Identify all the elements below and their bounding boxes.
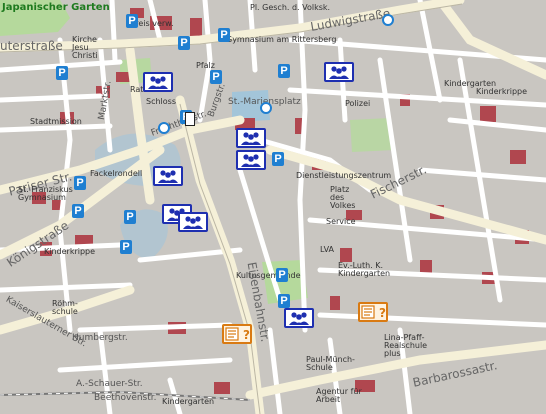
group-people-icon[interactable] <box>284 308 314 328</box>
group-people-icon[interactable] <box>143 72 173 92</box>
parking-icon[interactable]: P <box>120 240 132 254</box>
parking-icon[interactable]: P <box>178 36 190 50</box>
parking-icon[interactable]: P <box>278 64 290 78</box>
svg-text:?: ? <box>379 306 386 320</box>
tram-stop-icon[interactable] <box>185 112 195 126</box>
parking-icon[interactable]: P <box>72 204 84 218</box>
group-people-icon[interactable] <box>236 150 266 170</box>
parking-icon[interactable]: P <box>218 28 230 42</box>
group-people-icon[interactable] <box>178 212 208 232</box>
parking-icon[interactable]: P <box>276 268 288 282</box>
group-people-icon[interactable] <box>236 128 266 148</box>
group-people-icon[interactable] <box>324 62 354 82</box>
parking-icon[interactable]: P <box>74 176 86 190</box>
bus-stop-icon[interactable] <box>382 14 394 26</box>
bus-stop-icon[interactable] <box>260 102 272 114</box>
svg-text:?: ? <box>243 328 250 342</box>
info-question-icon[interactable]: ? <box>358 302 388 322</box>
parking-icon[interactable]: P <box>272 152 284 166</box>
city-map[interactable]: Japanischer Garten uterstraße Kirche Jes… <box>0 0 546 414</box>
parking-icon[interactable]: P <box>124 210 136 224</box>
parking-icon[interactable]: P <box>126 14 138 28</box>
group-people-icon[interactable] <box>153 166 183 186</box>
info-question-icon[interactable]: ? <box>222 324 252 344</box>
parking-icon[interactable]: P <box>278 294 290 308</box>
parking-icon[interactable]: P <box>56 66 68 80</box>
parking-icon[interactable]: P <box>210 70 222 84</box>
bus-stop-icon[interactable] <box>158 122 170 134</box>
